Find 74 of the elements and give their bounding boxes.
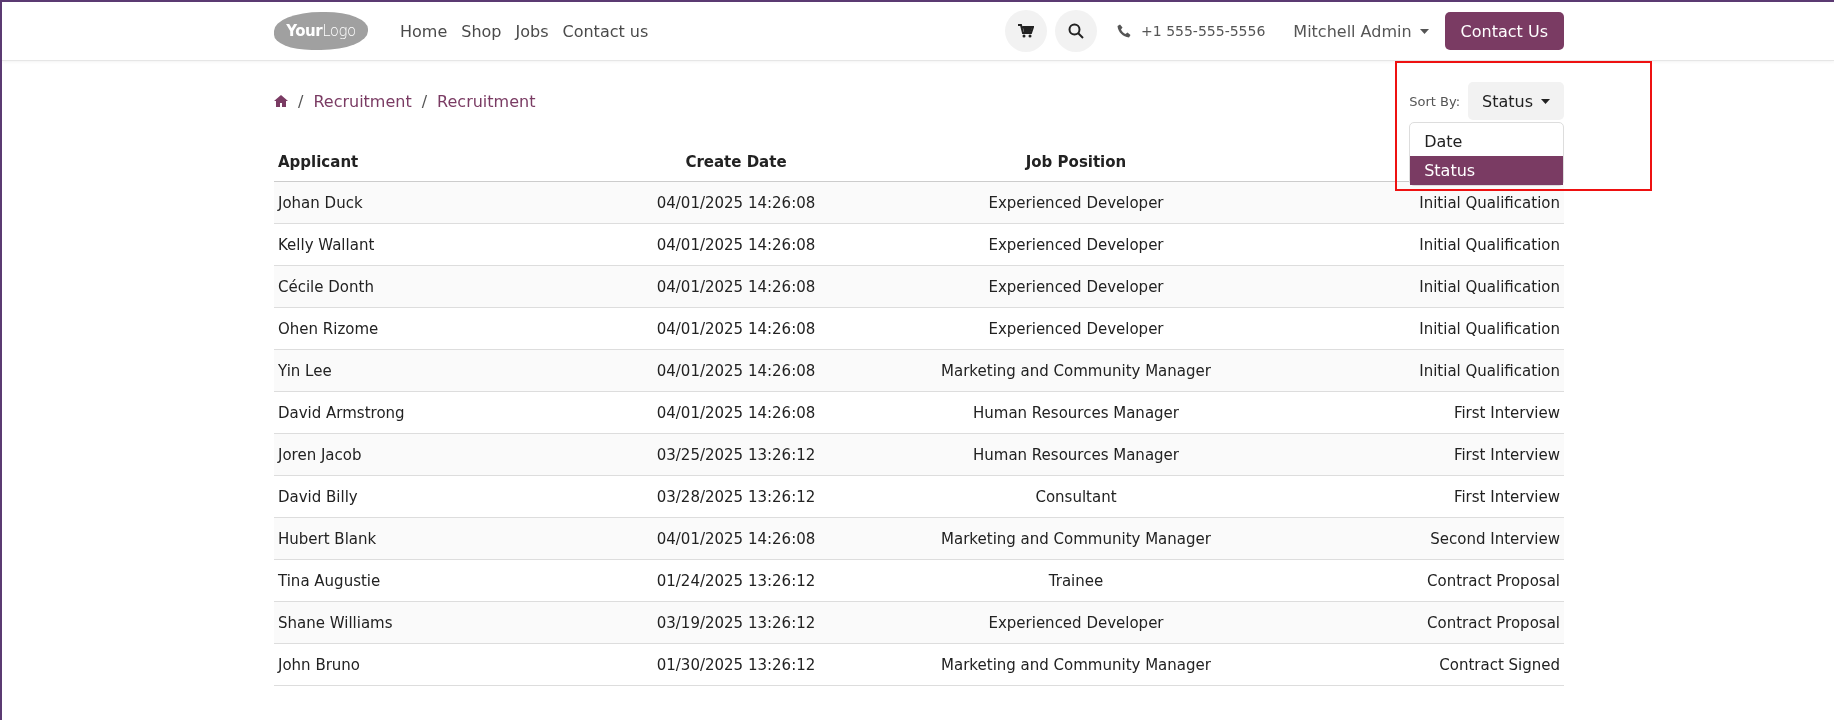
table-cell-text: 03/19/2025 13:26:12 bbox=[655, 613, 817, 632]
breadcrumb-link[interactable]: Recruitment bbox=[313, 91, 412, 111]
column-header: Job Position bbox=[1024, 153, 1128, 171]
table-cell-text: Human Resources Manager bbox=[972, 445, 1180, 464]
table-cell-text: 04/01/2025 14:26:08 bbox=[655, 361, 817, 380]
table-cell-text: Marketing and Community Manager bbox=[940, 361, 1212, 380]
table-cell-text: Trainee bbox=[1047, 571, 1105, 590]
sort-option[interactable]: Status bbox=[1410, 156, 1563, 185]
breadcrumb-separator: / bbox=[298, 91, 304, 111]
table-cell-text: 04/01/2025 14:26:08 bbox=[655, 403, 817, 422]
cart-icon bbox=[1018, 24, 1035, 38]
column-header: Applicant bbox=[277, 153, 360, 171]
table-cell-text: Contract Proposal bbox=[1426, 613, 1561, 632]
nav-link[interactable]: Shop bbox=[461, 21, 502, 41]
table-cell-text: Yin Lee bbox=[277, 361, 333, 380]
phone-icon bbox=[1117, 24, 1132, 38]
table-cell-text: Initial Qualification bbox=[1418, 319, 1561, 338]
breadcrumb-separator: / bbox=[421, 91, 428, 111]
nav-link[interactable]: Jobs bbox=[515, 21, 549, 41]
user-menu[interactable]: Mitchell Admin bbox=[1293, 21, 1429, 41]
table-cell-text: David Armstrong bbox=[277, 403, 406, 422]
table-cell-text: Marketing and Community Manager bbox=[940, 655, 1212, 674]
table-cell-text: Consultant bbox=[1034, 487, 1118, 506]
table-cell-text: Contract Proposal bbox=[1426, 571, 1561, 590]
table-cell-text: First Interview bbox=[1452, 487, 1561, 506]
table-cell-text: 04/01/2025 14:26:08 bbox=[655, 529, 817, 548]
caret-icon bbox=[1419, 28, 1429, 34]
table-cell-text: 01/24/2025 13:26:12 bbox=[655, 571, 817, 590]
breadcrumb-link[interactable]: Recruitment bbox=[437, 91, 536, 111]
table-cell-text: Experienced Developer bbox=[987, 193, 1165, 212]
table-cell-text: Ohen Rizome bbox=[277, 319, 380, 338]
cart-button[interactable] bbox=[1005, 10, 1048, 52]
column-header: Create Date bbox=[684, 153, 788, 171]
search-icon bbox=[1068, 23, 1085, 39]
sort-label: Sort By: bbox=[1409, 93, 1460, 109]
table-cell-text: Cécile Donth bbox=[277, 277, 375, 296]
table-cell-text: First Interview bbox=[1452, 403, 1561, 422]
nav-link[interactable]: Home bbox=[400, 21, 448, 41]
table-cell-text: 04/01/2025 14:26:08 bbox=[655, 277, 817, 296]
table-cell-text: 04/01/2025 14:26:08 bbox=[655, 319, 817, 338]
table-cell-text: First Interview bbox=[1452, 445, 1561, 464]
table-cell-text: Second Interview bbox=[1429, 529, 1561, 548]
table-cell-text: Kelly Wallant bbox=[277, 235, 376, 254]
table-cell-text: 01/30/2025 13:26:12 bbox=[655, 655, 817, 674]
table-cell-text: Experienced Developer bbox=[987, 235, 1165, 254]
table-cell-text: Initial Qualification bbox=[1418, 277, 1561, 296]
table-cell-text: Initial Qualification bbox=[1418, 193, 1561, 212]
table-cell-text: Tina Augustie bbox=[277, 571, 382, 590]
table-cell-text: John Bruno bbox=[276, 655, 362, 674]
table-cell-text: Experienced Developer bbox=[987, 319, 1165, 338]
sort-dropdown[interactable]: Status bbox=[1468, 82, 1564, 120]
home-icon[interactable] bbox=[274, 95, 288, 107]
table-cell-text: 04/01/2025 14:26:08 bbox=[655, 193, 817, 212]
table-cell-text: 03/28/2025 13:26:12 bbox=[655, 487, 817, 506]
table-cell-text: Johan Duck bbox=[276, 193, 364, 212]
table-cell-text: 03/25/2025 13:26:12 bbox=[655, 445, 817, 464]
phone-number: +1 555-555-5556 bbox=[1141, 23, 1266, 39]
table-cell-text: Human Resources Manager bbox=[972, 403, 1180, 422]
contact-us-button[interactable]: Contact Us bbox=[1444, 12, 1564, 50]
table-cell-text: Shane Williams bbox=[277, 613, 394, 632]
table-cell-text: Hubert Blank bbox=[277, 529, 378, 548]
table-cell-text: Initial Qualification bbox=[1418, 235, 1561, 254]
table-cell-text: Marketing and Community Manager bbox=[940, 529, 1212, 548]
search-button[interactable] bbox=[1055, 10, 1098, 52]
table-cell-text: Joren Jacob bbox=[276, 445, 363, 464]
table-cell-text: Contract Signed bbox=[1438, 655, 1561, 674]
caret-icon bbox=[1541, 98, 1550, 104]
table-cell-text: Experienced Developer bbox=[987, 277, 1165, 296]
sort-option[interactable]: Date bbox=[1410, 127, 1563, 156]
table-cell-text: David Billy bbox=[277, 487, 359, 506]
table-cell-text: 04/01/2025 14:26:08 bbox=[655, 235, 817, 254]
table-cell-text: Initial Qualification bbox=[1418, 361, 1561, 380]
table-cell-text: Experienced Developer bbox=[987, 613, 1165, 632]
nav-link[interactable]: Contact us bbox=[562, 21, 649, 41]
